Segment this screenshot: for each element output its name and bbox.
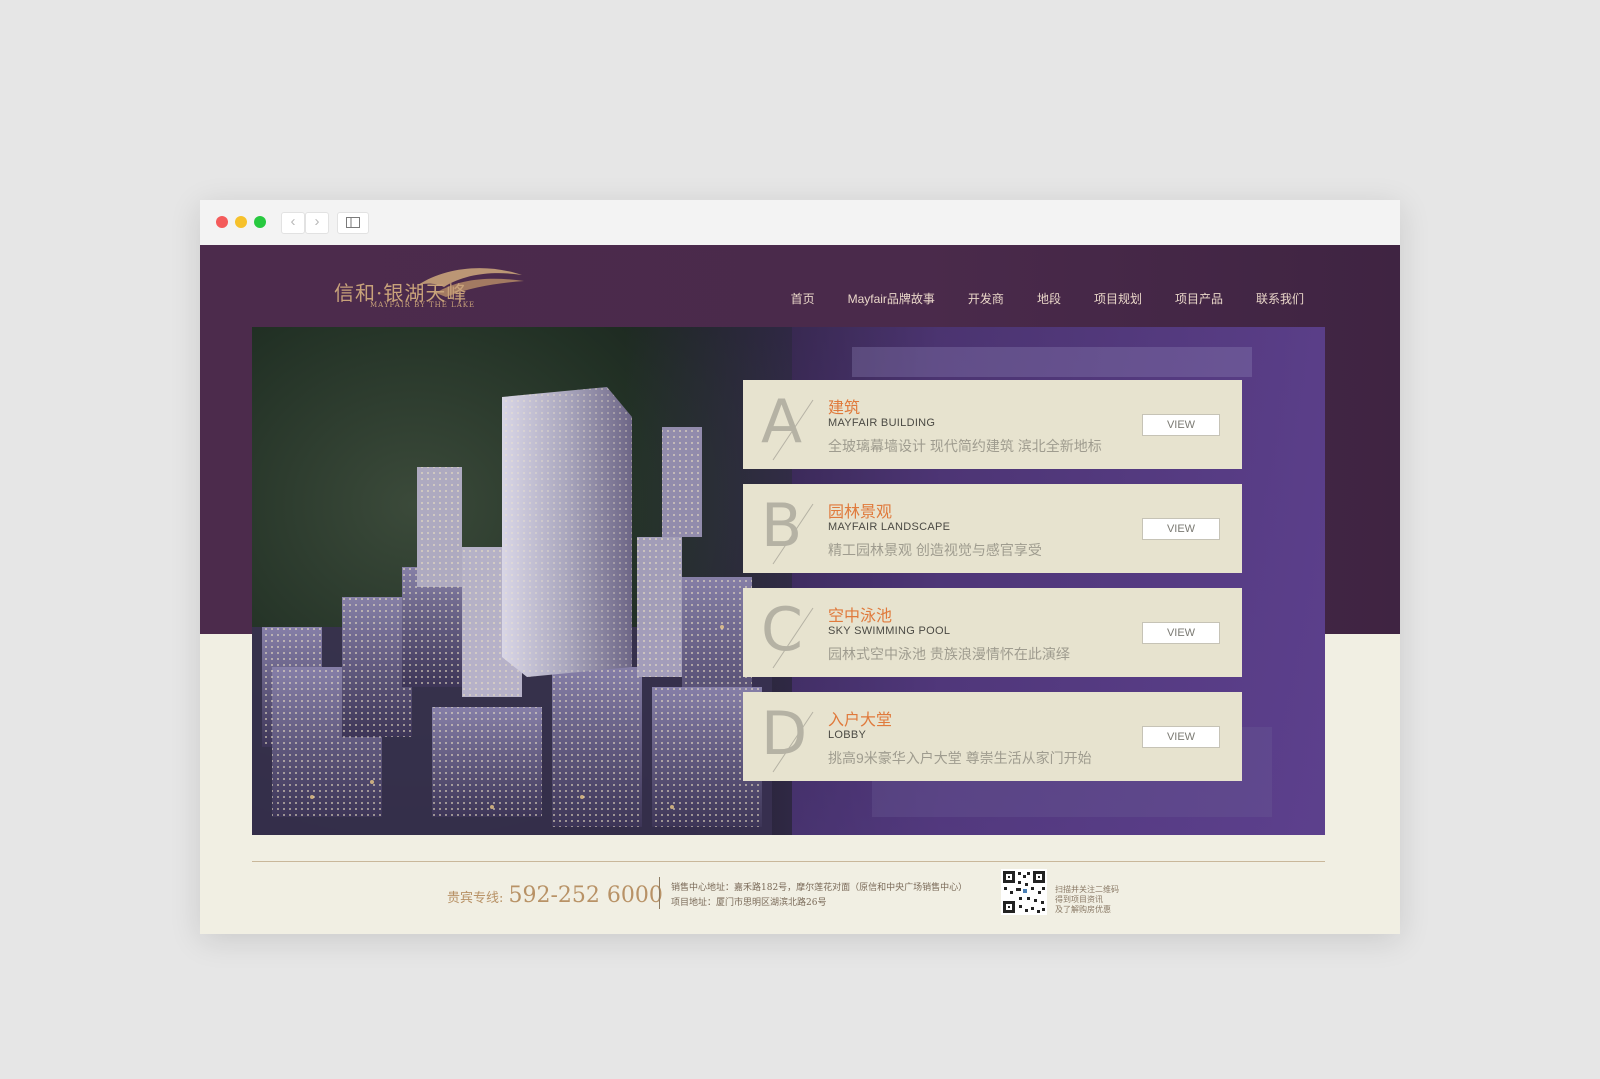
hotline-label: 贵宾专线: [447,891,504,906]
card-title: 空中泳池 [828,608,893,625]
card-description: 精工园林景观 创造视觉与感官享受 [828,542,1042,558]
hotline-number: 592-252 6000 [508,883,663,908]
view-button[interactable]: VIEW [1142,518,1220,540]
chevron-right-icon: › [314,213,320,230]
view-button[interactable]: VIEW [1142,622,1220,644]
card-title: 园林景观 [828,504,893,521]
main-nav: 首页 Mayfair品牌故事 开发商 地段 项目规划 项目产品 联系我们 [791,290,1304,307]
hero-banner: A 建筑 MAYFAIR BUILDING 全玻璃幕墙设计 现代简约建筑 滨北全… [252,327,1325,835]
sales-address: 销售中心地址：嘉禾路182号，摩尔莲花对面（原信和中央广场销售中心） [671,883,968,893]
sidebar-icon [346,217,360,228]
nav-location[interactable]: 地段 [1037,290,1061,307]
back-button[interactable]: ‹ [281,212,305,234]
minimize-window-button[interactable] [235,216,247,228]
footer-divider-line [252,861,1325,862]
feature-card-landscape[interactable]: B 园林景观 MAYFAIR LANDSCAPE 精工园林景观 创造视觉与感官享… [743,484,1242,573]
card-description: 园林式空中泳池 贵族浪漫情怀在此演绎 [828,646,1070,662]
feature-card-sky-pool[interactable]: C 空中泳池 SKY SWIMMING POOL 园林式空中泳池 贵族浪漫情怀在… [743,588,1242,677]
nav-contact[interactable]: 联系我们 [1256,290,1304,307]
project-address: 项目地址：厦门市思明区湖滨北路26号 [671,898,827,908]
close-window-button[interactable] [216,216,228,228]
slash-decoration-icon [772,399,814,461]
webpage: 信和·银湖天峰 MAYFAIR BY THE LAKE 首页 Mayfair品牌… [200,245,1400,934]
browser-window: ‹ › 信和·银湖天峰 MAYFAIR BY THE LAKE 首页 Mayfa… [200,200,1400,934]
nav-developer[interactable]: 开发商 [968,290,1004,307]
card-title: 入户大堂 [828,712,893,729]
card-description: 全玻璃幕墙设计 现代简约建筑 滨北全新地标 [828,438,1102,454]
feature-card-lobby[interactable]: D 入户大堂 LOBBY 挑高9米豪华入户大堂 尊崇生活从家门开始 VIEW [743,692,1242,781]
feature-card-building[interactable]: A 建筑 MAYFAIR BUILDING 全玻璃幕墙设计 现代简约建筑 滨北全… [743,380,1242,469]
nav-products[interactable]: 项目产品 [1175,290,1223,307]
card-description: 挑高9米豪华入户大堂 尊崇生活从家门开始 [828,750,1092,766]
card-subtitle: MAYFAIR LANDSCAPE [828,521,951,533]
qr-note-line: 及了解购房优惠 [1055,905,1111,914]
card-subtitle: MAYFAIR BUILDING [828,417,936,429]
slash-decoration-icon [772,503,814,565]
card-subtitle: SKY SWIMMING POOL [828,625,951,637]
vip-hotline[interactable]: 贵宾专线: 592-252 6000 [447,883,663,908]
maximize-window-button[interactable] [254,216,266,228]
site-logo[interactable]: 信和·银湖天峰 MAYFAIR BY THE LAKE [334,263,534,327]
sidebar-toggle-button[interactable] [337,212,369,234]
slash-decoration-icon [772,711,814,773]
view-button[interactable]: VIEW [1142,726,1220,748]
footer-vertical-divider [659,877,660,909]
logo-subtitle: MAYFAIR BY THE LAKE [370,301,476,309]
card-subtitle: LOBBY [828,729,867,741]
nav-home[interactable]: 首页 [791,290,815,307]
browser-toolbar: ‹ › [200,200,1400,246]
qr-code-icon [1001,869,1047,915]
forward-button[interactable]: › [305,212,329,234]
view-button[interactable]: VIEW [1142,414,1220,436]
slash-decoration-icon [772,607,814,669]
chevron-left-icon: ‹ [290,213,296,230]
nav-planning[interactable]: 项目规划 [1094,290,1142,307]
nav-brand-story[interactable]: Mayfair品牌故事 [848,290,935,307]
card-title: 建筑 [828,400,861,417]
